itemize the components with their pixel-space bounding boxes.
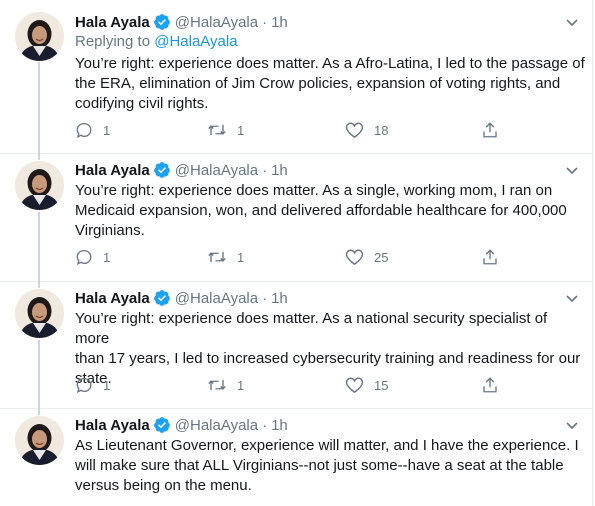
user-handle[interactable]: @HalaAyala bbox=[175, 14, 258, 31]
tweet-header: Hala Ayala @HalaAyala · 1h bbox=[75, 12, 580, 32]
tweet-text-line: As Lieutenant Governor, experience will … bbox=[75, 437, 579, 454]
verified-badge-icon bbox=[153, 13, 171, 31]
reply-count: 1 bbox=[103, 122, 111, 138]
timestamp[interactable]: 1h bbox=[271, 290, 288, 307]
retweet-button[interactable]: 1 bbox=[207, 248, 244, 266]
tweet-header: Hala Ayala @HalaAyala · 1h bbox=[75, 160, 580, 180]
tweet[interactable]: Hala Ayala @HalaAyala · 1h You’re right:… bbox=[0, 282, 592, 409]
tweet-text: You’re right: experience does matter. As… bbox=[75, 181, 585, 241]
timestamp[interactable]: 1h bbox=[271, 162, 288, 179]
tweet[interactable]: Hala Ayala @HalaAyala · 1h You’re right:… bbox=[0, 154, 592, 282]
display-name[interactable]: Hala Ayala bbox=[75, 290, 150, 307]
like-button[interactable]: 15 bbox=[345, 376, 388, 394]
chevron-down-icon[interactable] bbox=[564, 14, 580, 30]
tweet-text-line: Virginians. bbox=[75, 222, 145, 239]
tweet-text-line: You’re right: experience does matter. As… bbox=[75, 182, 553, 199]
thread-line bbox=[38, 154, 40, 160]
like-count: 15 bbox=[374, 377, 389, 393]
avatar[interactable] bbox=[15, 12, 64, 61]
mention-link[interactable]: @HalaAyala bbox=[154, 33, 237, 50]
thread-line bbox=[38, 212, 40, 282]
thread-line bbox=[38, 282, 40, 288]
tweet-text-line: the ERA, elimination of Jim Crow policie… bbox=[75, 75, 561, 92]
chevron-down-icon[interactable] bbox=[564, 417, 580, 433]
like-button[interactable]: 18 bbox=[345, 121, 388, 139]
avatar[interactable] bbox=[15, 161, 64, 210]
tweet-text-line: You’re right: experience does matter. As… bbox=[75, 310, 548, 347]
share-icon bbox=[483, 249, 497, 265]
thread-line bbox=[38, 340, 40, 409]
replying-to-prefix: Replying to bbox=[75, 33, 155, 50]
verified-badge-icon bbox=[153, 161, 171, 179]
user-handle[interactable]: @HalaAyala bbox=[175, 290, 258, 307]
reply-icon bbox=[76, 377, 92, 394]
tweet-text-line: codifying civil rights. bbox=[75, 95, 209, 112]
retweet-count: 1 bbox=[237, 122, 245, 138]
reply-count: 1 bbox=[103, 249, 111, 265]
chevron-down-icon[interactable] bbox=[564, 162, 580, 178]
reply-icon bbox=[76, 249, 92, 266]
tweet-text-line: will make sure that ALL Virginians--not … bbox=[75, 457, 564, 474]
reply-button[interactable]: 1 bbox=[75, 121, 110, 139]
user-handle[interactable]: @HalaAyala bbox=[175, 162, 258, 179]
timestamp[interactable]: 1h bbox=[271, 14, 288, 31]
retweet-count: 1 bbox=[237, 377, 245, 393]
share-icon bbox=[483, 122, 497, 138]
retweet-button[interactable]: 1 bbox=[207, 121, 244, 139]
reply-button[interactable]: 1 bbox=[75, 376, 110, 394]
share-button[interactable] bbox=[481, 248, 509, 266]
chevron-down-icon[interactable] bbox=[564, 290, 580, 306]
separator-dot: · bbox=[262, 13, 268, 31]
display-name[interactable]: Hala Ayala bbox=[75, 417, 150, 434]
share-icon bbox=[483, 377, 497, 393]
tweet[interactable]: Hala Ayala @HalaAyala · 1h As Lieutenant… bbox=[0, 409, 592, 506]
heart-icon bbox=[345, 377, 364, 394]
timestamp[interactable]: 1h bbox=[271, 417, 288, 434]
heart-icon bbox=[345, 249, 364, 266]
retweet-icon bbox=[208, 251, 226, 263]
like-count: 18 bbox=[374, 122, 389, 138]
avatar[interactable] bbox=[15, 416, 64, 465]
separator-dot: · bbox=[262, 161, 268, 179]
display-name[interactable]: Hala Ayala bbox=[75, 162, 150, 179]
thread-line bbox=[38, 409, 40, 415]
tweet-actions: 1 1 15 bbox=[75, 376, 505, 396]
reply-count: 1 bbox=[103, 377, 111, 393]
like-button[interactable]: 25 bbox=[345, 248, 388, 266]
tweet[interactable]: Hala Ayala @HalaAyala · 1h Replying to @… bbox=[0, 0, 592, 154]
tweet-actions: 1 1 25 bbox=[75, 248, 505, 268]
tweet-text-line: You’re right: experience does matter. As… bbox=[75, 55, 585, 72]
tweet-actions: 1 1 18 bbox=[75, 121, 505, 141]
thread-line bbox=[38, 62, 40, 154]
reply-button[interactable]: 1 bbox=[75, 248, 110, 266]
share-button[interactable] bbox=[481, 121, 509, 139]
verified-badge-icon bbox=[153, 416, 171, 434]
timeline-border bbox=[592, 0, 593, 506]
tweet-text: As Lieutenant Governor, experience will … bbox=[75, 436, 585, 496]
tweet-text-line: versus being on the menu. bbox=[75, 477, 252, 494]
retweet-icon bbox=[208, 379, 226, 391]
share-button[interactable] bbox=[481, 376, 509, 394]
tweet-header: Hala Ayala @HalaAyala · 1h bbox=[75, 288, 580, 308]
tweet-text-line: Medicaid expansion, won, and delivered a… bbox=[75, 202, 567, 219]
separator-dot: · bbox=[262, 416, 268, 434]
display-name[interactable]: Hala Ayala bbox=[75, 14, 150, 31]
separator-dot: · bbox=[262, 289, 268, 307]
tweet-header: Hala Ayala @HalaAyala · 1h bbox=[75, 415, 580, 435]
tweet-text: You’re right: experience does matter. As… bbox=[75, 54, 585, 114]
heart-icon bbox=[345, 122, 364, 139]
like-count: 25 bbox=[374, 249, 389, 265]
avatar[interactable] bbox=[15, 289, 64, 338]
retweet-count: 1 bbox=[237, 249, 245, 265]
user-handle[interactable]: @HalaAyala bbox=[175, 417, 258, 434]
verified-badge-icon bbox=[153, 289, 171, 307]
reply-icon bbox=[76, 122, 92, 139]
retweet-button[interactable]: 1 bbox=[207, 376, 244, 394]
replying-to: Replying to @HalaAyala bbox=[75, 33, 238, 50]
tweet-text-line: than 17 years, I led to increased cybers… bbox=[75, 350, 581, 367]
retweet-icon bbox=[208, 124, 226, 136]
